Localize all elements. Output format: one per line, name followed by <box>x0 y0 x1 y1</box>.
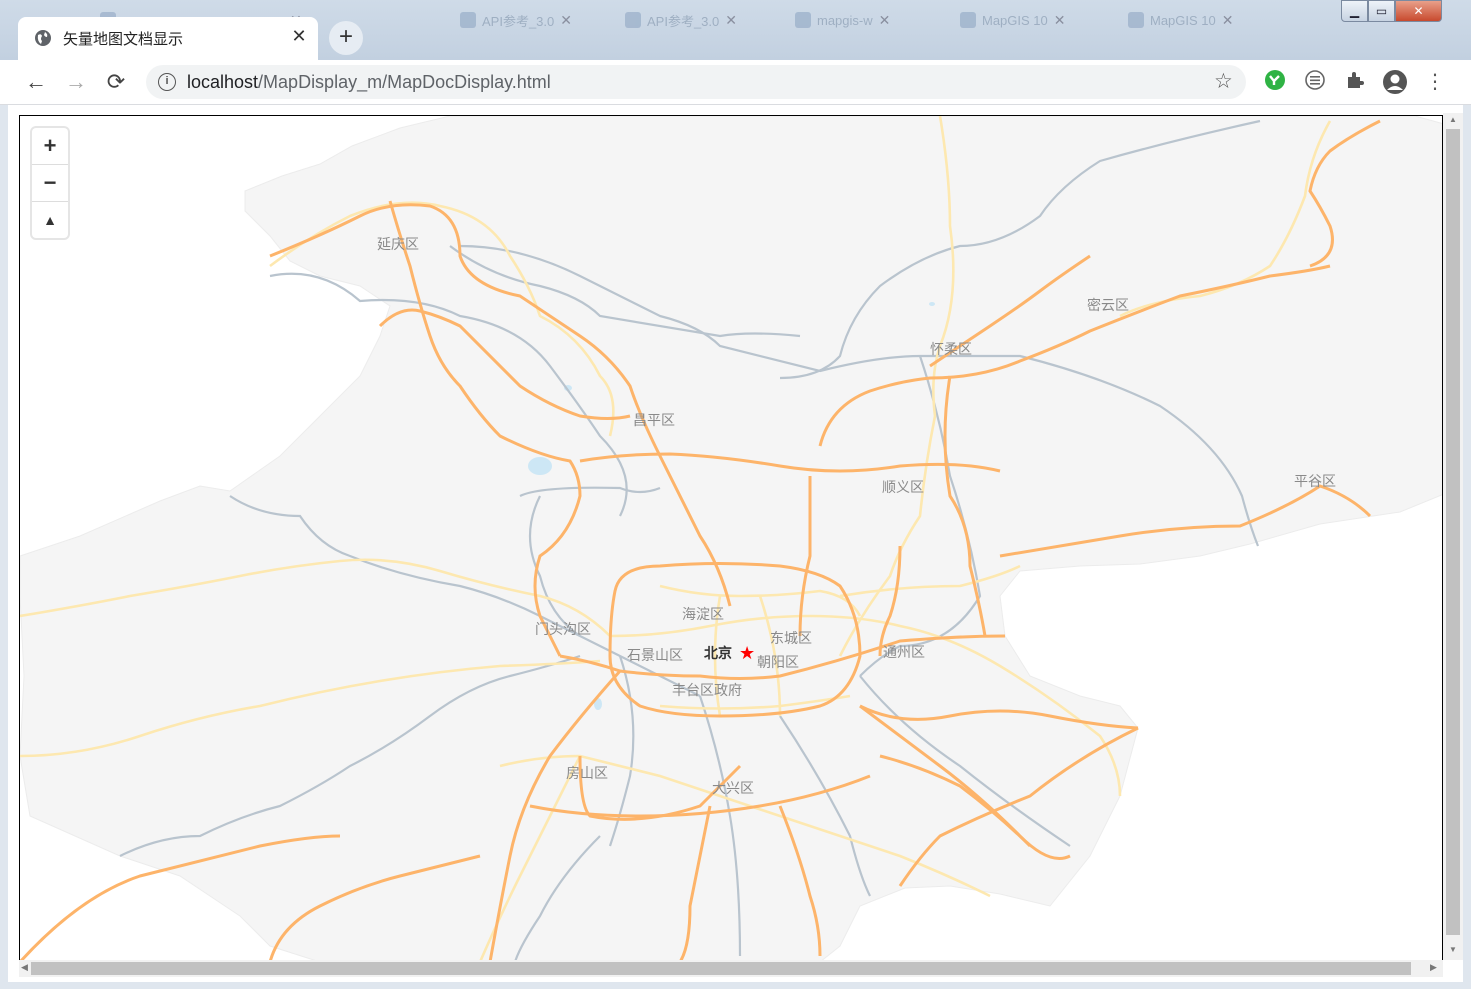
window-controls: ▁ ▭ ✕ <box>1341 0 1442 22</box>
new-tab-button[interactable]: + <box>329 21 363 55</box>
tab-strip: ✕ API参考_3.0 ✕ API参考_3.0 ✕ mapgis-w ✕ Map… <box>0 0 1471 60</box>
district-label: 海淀区 <box>682 607 724 623</box>
browser-toolbar: ← → ⟳ i localhost/MapDisplay_m/MapDocDis… <box>0 60 1471 105</box>
minimize-button[interactable]: ▁ <box>1341 0 1368 22</box>
district-label: 顺义区 <box>882 480 924 496</box>
beijing-land-area <box>20 116 1442 960</box>
district-label: 昌平区 <box>633 413 675 429</box>
compass-button[interactable]: ▲ <box>32 202 68 238</box>
district-label: 延庆区 <box>377 237 419 253</box>
district-label: 平谷区 <box>1294 474 1336 490</box>
close-icon[interactable]: ✕ <box>560 12 572 29</box>
district-label: 门头沟区 <box>535 622 591 638</box>
scroll-left-arrow-icon[interactable]: ◀ <box>21 962 28 973</box>
info-icon[interactable]: i <box>158 73 176 91</box>
reservoir <box>528 457 552 475</box>
page-icon <box>625 12 641 28</box>
district-label: 朝阳区 <box>757 655 799 671</box>
scroll-down-arrow-icon[interactable]: ▼ <box>1448 945 1458 954</box>
address-bar[interactable]: i localhost/MapDisplay_m/MapDocDisplay.h… <box>146 65 1246 99</box>
scroll-up-arrow-icon[interactable]: ▲ <box>1448 115 1458 124</box>
extension-reader-icon[interactable] <box>1302 69 1328 95</box>
url-text[interactable]: localhost/MapDisplay_m/MapDocDisplay.htm… <box>187 72 551 93</box>
zoom-in-button[interactable]: + <box>32 128 68 165</box>
menu-kebab-icon[interactable]: ⋮ <box>1422 69 1448 95</box>
scrollbar-thumb[interactable] <box>31 962 1411 975</box>
close-icon[interactable]: ✕ <box>1222 12 1234 29</box>
back-button[interactable]: ← <box>22 68 50 96</box>
tab-background[interactable]: API参考_3.0 ✕ <box>460 6 572 34</box>
tab-active[interactable]: 矢量地图文档显示 ✕ <box>18 17 318 60</box>
district-label: 怀柔区 <box>930 342 972 358</box>
close-tab-icon[interactable]: ✕ <box>288 25 310 47</box>
horizontal-scrollbar[interactable]: ◀ ▶ <box>19 960 1443 977</box>
page-viewport: 延庆区 密云区 怀柔区 昌平区 顺义区 平谷区 海淀区 门头沟区 东城区 石景山… <box>8 105 1463 982</box>
capital-label: 北京 <box>704 645 732 662</box>
cloud-icon <box>795 12 811 28</box>
vertical-scrollbar[interactable]: ▲ ▼ <box>1443 113 1463 960</box>
scroll-right-arrow-icon[interactable]: ▶ <box>1430 962 1437 973</box>
close-icon[interactable]: ✕ <box>1054 12 1066 29</box>
profile-avatar-icon[interactable] <box>1382 69 1408 95</box>
scrollbar-thumb[interactable] <box>1446 129 1460 935</box>
capital-star-icon: ★ <box>739 643 755 664</box>
maximize-button[interactable]: ▭ <box>1368 0 1395 22</box>
globe-icon <box>35 30 51 46</box>
district-label: 通州区 <box>883 645 925 661</box>
zoom-out-button[interactable]: − <box>32 165 68 202</box>
close-icon[interactable]: ✕ <box>725 12 737 29</box>
tab-title: 矢量地图文档显示 <box>63 30 184 48</box>
forward-button[interactable]: → <box>62 68 90 96</box>
tab-background[interactable]: MapGIS 10 ✕ <box>1128 6 1234 34</box>
globe-icon <box>1128 12 1144 28</box>
extensions-puzzle-icon[interactable] <box>1342 69 1368 95</box>
globe-icon <box>960 12 976 28</box>
tab-background[interactable]: mapgis-w ✕ <box>795 6 890 34</box>
reload-button[interactable]: ⟳ <box>102 68 130 96</box>
bookmark-star-icon[interactable]: ☆ <box>1214 69 1233 94</box>
district-label: 东城区 <box>770 631 812 647</box>
district-label: 丰台区政府 <box>672 683 742 699</box>
tab-background[interactable]: API参考_3.0 ✕ <box>625 6 737 34</box>
extension-y-icon[interactable] <box>1262 69 1288 95</box>
district-label: 房山区 <box>566 766 608 782</box>
reservoir <box>929 302 935 306</box>
map-container[interactable]: 延庆区 密云区 怀柔区 昌平区 顺义区 平谷区 海淀区 门头沟区 东城区 石景山… <box>19 115 1443 961</box>
close-icon[interactable]: ✕ <box>879 12 891 29</box>
page-icon <box>460 12 476 28</box>
zoom-control: + − ▲ <box>32 128 68 238</box>
browser-window: ✕ API参考_3.0 ✕ API参考_3.0 ✕ mapgis-w ✕ Map… <box>0 0 1471 989</box>
close-window-button[interactable]: ✕ <box>1395 0 1442 22</box>
tab-background[interactable]: MapGIS 10 ✕ <box>960 6 1066 34</box>
district-label: 密云区 <box>1087 297 1129 314</box>
district-label: 大兴区 <box>712 781 754 797</box>
map-canvas[interactable]: 延庆区 密云区 怀柔区 昌平区 顺义区 平谷区 海淀区 门头沟区 东城区 石景山… <box>20 116 1443 961</box>
district-label: 石景山区 <box>627 648 683 664</box>
